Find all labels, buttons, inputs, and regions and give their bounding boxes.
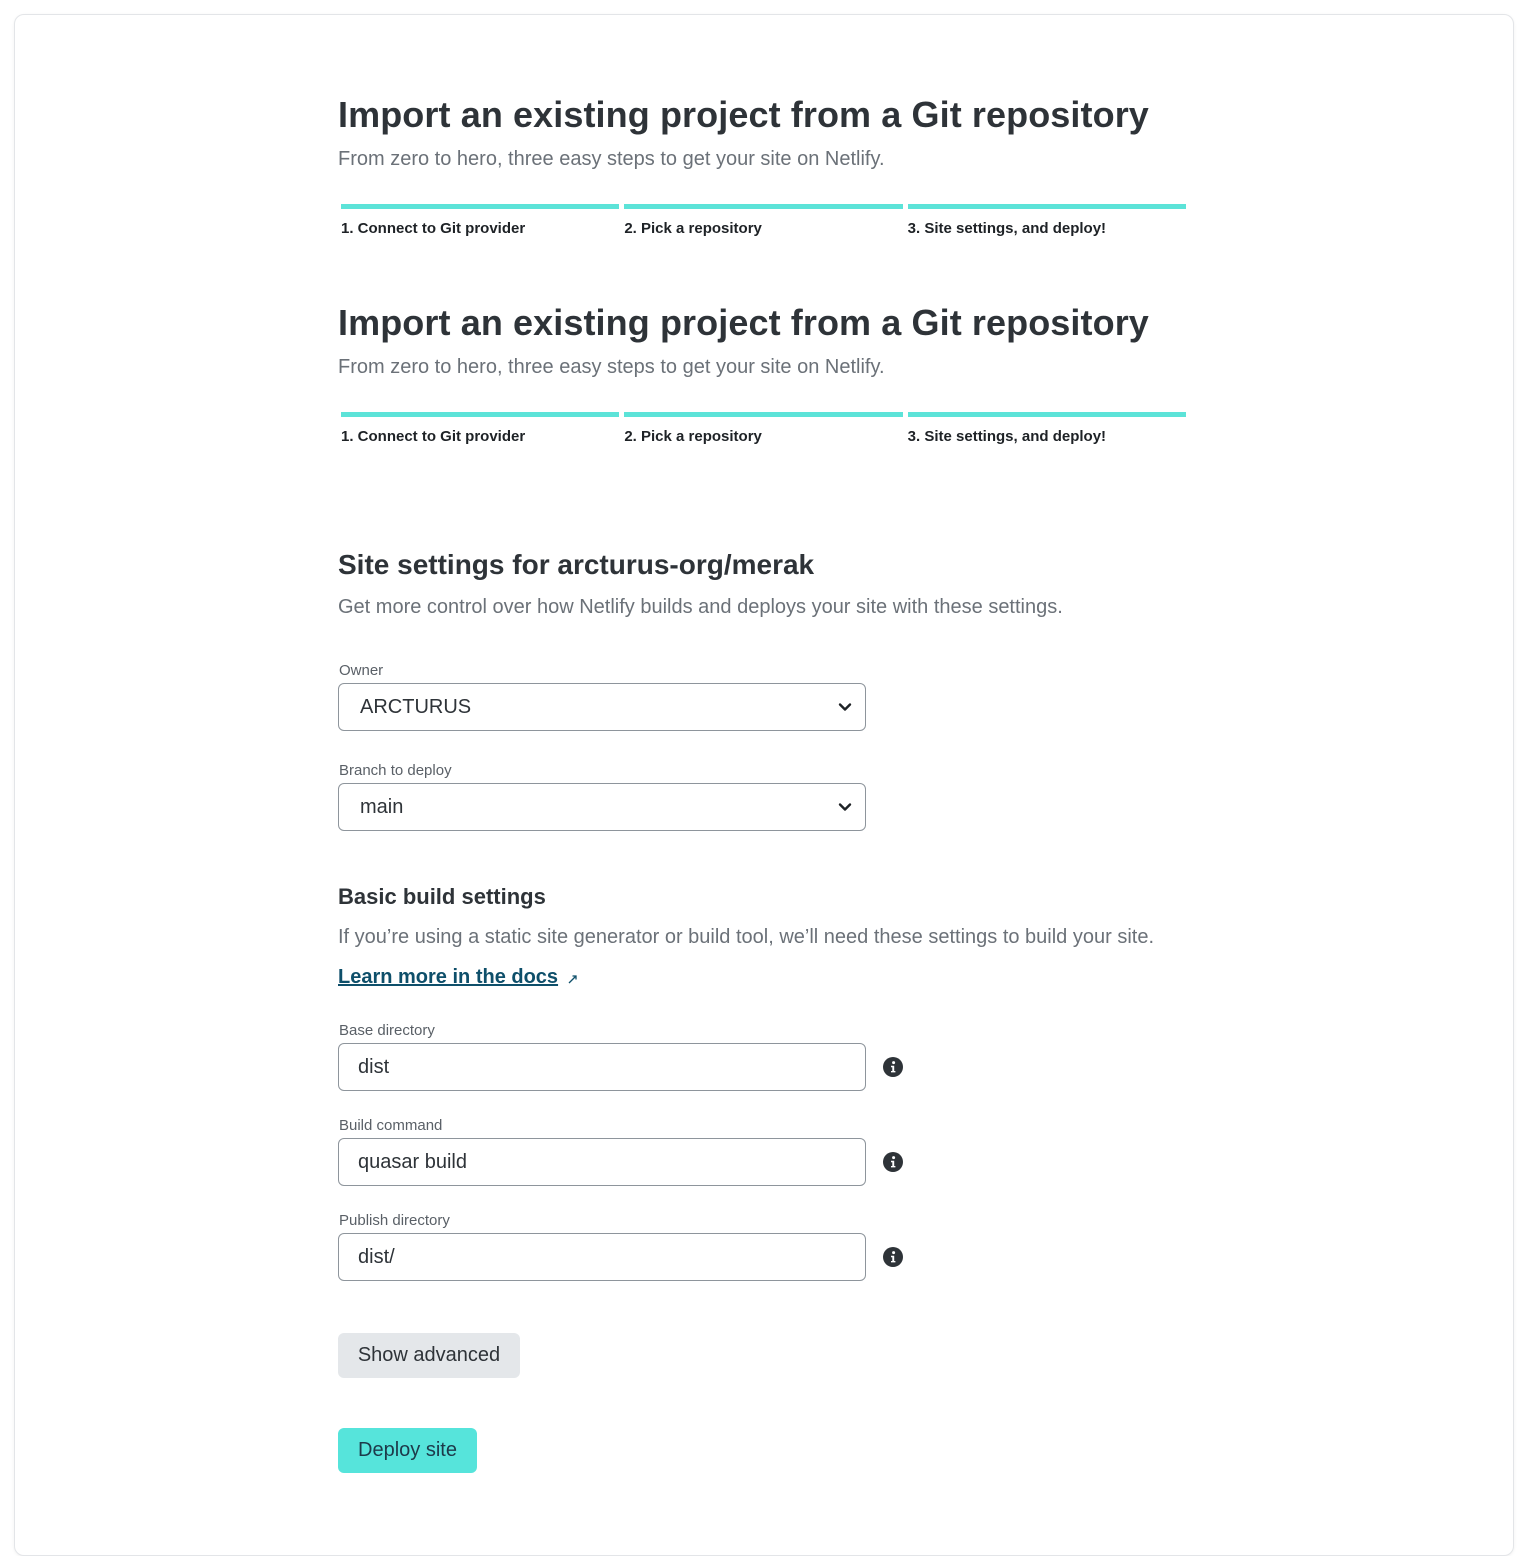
branch-select[interactable]: main	[338, 783, 866, 831]
page-subtitle: From zero to hero, three easy steps to g…	[338, 148, 885, 170]
base-directory-field[interactable]	[338, 1043, 866, 1091]
publish-directory-field[interactable]	[338, 1233, 866, 1281]
base-directory-label: Base directory	[339, 1022, 435, 1039]
info-icon[interactable]	[883, 1057, 903, 1077]
external-link-icon[interactable]	[567, 973, 579, 985]
build-command-input[interactable]	[358, 1139, 848, 1185]
publish-directory-input[interactable]	[358, 1234, 848, 1280]
site-settings-title: Site settings for arcturus-org/merak	[338, 549, 815, 580]
build-command-label: Build command	[339, 1117, 443, 1134]
steps-progress-duplicate: 1. Connect to Git provider 2. Pick a rep…	[341, 412, 1186, 452]
info-icon[interactable]	[883, 1247, 903, 1267]
step-pick-repository: 2. Pick a repository	[624, 204, 903, 244]
step-site-settings: 3. Site settings, and deploy!	[907, 204, 1186, 244]
deploy-site-button[interactable]: Deploy site	[338, 1428, 477, 1473]
page-title-duplicate: Import an existing project from a Git re…	[338, 302, 1149, 343]
docs-link[interactable]: Learn more in the docs	[338, 966, 558, 989]
owner-label: Owner	[339, 662, 384, 679]
step-connect-git: 1. Connect to Git provider	[341, 204, 620, 244]
build-command-field[interactable]	[338, 1138, 866, 1186]
build-settings-description: If you’re using a static site generator …	[338, 926, 1155, 948]
branch-label: Branch to deploy	[339, 762, 452, 779]
step-connect-git: 1. Connect to Git provider	[341, 412, 620, 452]
branch-select-value: main	[360, 796, 404, 818]
site-settings-description: Get more control over how Netlify builds…	[338, 596, 1063, 618]
show-advanced-button[interactable]: Show advanced	[338, 1333, 520, 1378]
publish-directory-label: Publish directory	[339, 1212, 450, 1229]
chevron-down-icon	[838, 703, 852, 711]
step-pick-repository: 2. Pick a repository	[624, 412, 903, 452]
steps-progress: 1. Connect to Git provider 2. Pick a rep…	[341, 204, 1186, 244]
step-site-settings: 3. Site settings, and deploy!	[907, 412, 1186, 452]
info-icon[interactable]	[883, 1152, 903, 1172]
chevron-down-icon	[838, 803, 852, 811]
page-subtitle-duplicate: From zero to hero, three easy steps to g…	[338, 356, 885, 378]
page-title: Import an existing project from a Git re…	[338, 94, 1149, 135]
owner-select-value: ARCTURUS	[360, 696, 472, 718]
owner-select[interactable]: ARCTURUS	[338, 683, 866, 731]
base-directory-input[interactable]	[358, 1044, 848, 1090]
build-settings-title: Basic build settings	[338, 884, 546, 909]
